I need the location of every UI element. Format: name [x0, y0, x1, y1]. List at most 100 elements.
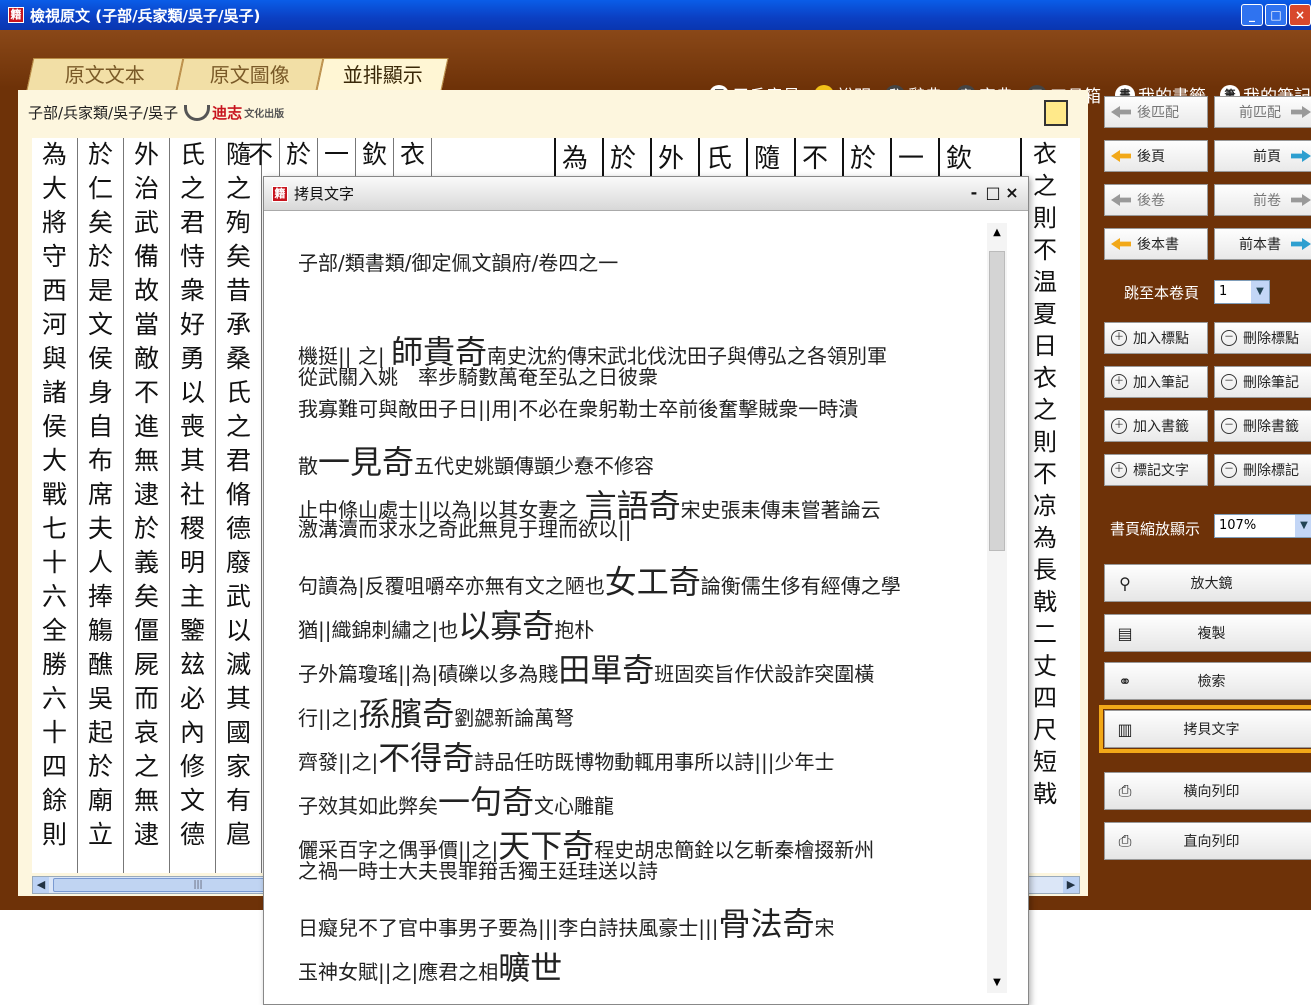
- scroll-right-icon[interactable]: ▶: [1063, 877, 1079, 893]
- scan-char: 二: [1033, 620, 1057, 648]
- text-char: 治: [133, 174, 159, 203]
- dialog-text-line: 子外篇瓊瑤||為|磧礫以多為賤田單奇班固奕旨作伏設詐突圍橫: [298, 651, 875, 689]
- dialog-text-line: 散一見奇五代史姚顗傳顗少憃不修容: [298, 443, 655, 481]
- text-char: 餘: [41, 786, 67, 815]
- document-icon[interactable]: [1044, 100, 1068, 126]
- text-char: 無: [133, 786, 159, 815]
- text-char: 與: [41, 344, 67, 373]
- text-char: 當: [133, 310, 159, 339]
- nav-2-forward-button[interactable]: 前卷: [1214, 184, 1311, 216]
- text-char: 備: [133, 242, 159, 271]
- scan-rule: [602, 138, 604, 178]
- copy-icon: ▤: [1117, 623, 1133, 643]
- text-char: 是: [87, 276, 113, 305]
- scan-char: 長: [1033, 556, 1057, 584]
- action-add-1-button[interactable]: ＋ 加入筆記: [1104, 366, 1208, 398]
- text-char: 侯: [41, 412, 67, 441]
- scan-char: 四: [1033, 684, 1057, 712]
- tool-5-button[interactable]: ⎙ 直向列印: [1104, 822, 1311, 860]
- text-char: 僵: [133, 616, 159, 645]
- nav-0-back-button[interactable]: 後匹配: [1104, 96, 1208, 128]
- text-char: 不: [247, 140, 273, 169]
- tab-original-text[interactable]: 原文文本: [26, 58, 184, 90]
- nav-label: 前匹配: [1239, 105, 1281, 121]
- action-remove-2-button[interactable]: － 刪除書籤: [1214, 410, 1311, 442]
- pin-icon: ＋: [1111, 330, 1127, 346]
- copied-text-content[interactable]: 子部/類書類/御定佩文韻府/卷四之一 機挺|| 之| 師貴奇南史沈約傳宋武北伐沈田…: [280, 223, 990, 993]
- nav-1-back-button[interactable]: 後頁: [1104, 140, 1208, 172]
- action-label: 刪除筆記: [1243, 375, 1299, 391]
- tool-label: 放大鏡: [1190, 576, 1233, 592]
- dialog-minimize-button[interactable]: -: [966, 183, 982, 203]
- scan-char: 為: [1033, 524, 1057, 552]
- action-add-2-button[interactable]: ＋ 加入書籤: [1104, 410, 1208, 442]
- scan-char: 凉: [1033, 492, 1057, 520]
- text-char: 立: [87, 820, 113, 849]
- dialog-text-line: 我寡難可與敵田子日||用|不必在衆躬勒士卒前後奮擊賊衆一時潰: [298, 397, 859, 421]
- dialog-title: 拷貝文字: [294, 185, 355, 203]
- scroll-up-icon[interactable]: ▲: [987, 223, 1007, 243]
- zoom-select[interactable]: 107% ▼: [1214, 514, 1311, 538]
- text-char: 君: [179, 208, 205, 237]
- scroll-down-icon[interactable]: ▼: [987, 973, 1007, 993]
- tool-label: 檢索: [1197, 674, 1226, 690]
- text-char: 屍: [133, 650, 159, 679]
- scan-top-char: 為: [561, 144, 588, 174]
- text-char: 為: [41, 140, 67, 169]
- action-label: 加入標點: [1133, 331, 1189, 347]
- text-char: 勇: [179, 344, 205, 373]
- tool-2-button[interactable]: ⚭ 檢索: [1104, 662, 1311, 700]
- tool-0-button[interactable]: ⚲ 放大鏡: [1104, 564, 1311, 602]
- action-add-3-button[interactable]: ＋ 標記文字: [1104, 454, 1208, 486]
- minimize-button[interactable]: _: [1241, 4, 1263, 26]
- dialog-title-bar: 籍 拷貝文字 - □ ×: [264, 177, 1028, 211]
- dialog-close-button[interactable]: ×: [1004, 183, 1020, 203]
- text-char: 吳: [87, 684, 113, 713]
- nav-3-forward-button[interactable]: 前本書: [1214, 228, 1311, 260]
- tool-4-button[interactable]: ⎙ 橫向列印: [1104, 772, 1311, 810]
- nav-label: 後匹配: [1137, 105, 1179, 121]
- action-remove-1-button[interactable]: － 刪除筆記: [1214, 366, 1311, 398]
- arrow-right-icon: [1291, 150, 1311, 162]
- text-char: 布: [87, 446, 113, 475]
- tab-original-image[interactable]: 原文圖像: [176, 58, 324, 90]
- text-column: 為大將守西河與諸侯大戰七十六全勝六十四餘則: [32, 138, 78, 873]
- text-char: 自: [87, 412, 113, 441]
- jump-page-select[interactable]: 1 ▼: [1214, 280, 1270, 304]
- tab-bar: 原文文本 原文圖像 並排顯示 用用戶意見?說明辭辭典字字典工工具箱書我的書籤筆我…: [0, 30, 1311, 107]
- chevron-down-icon[interactable]: ▼: [1251, 281, 1269, 303]
- close-button[interactable]: ×: [1289, 4, 1311, 26]
- tool-1-button[interactable]: ▤ 複製: [1104, 614, 1311, 652]
- maximize-button[interactable]: □: [1265, 4, 1287, 26]
- text-column: 氏之君恃衆好勇以喪其社稷明主鑒玆必內修文德: [170, 138, 216, 873]
- dialog-text-line: 行||之|孫臏奇劉勰新論萬弩: [298, 695, 575, 733]
- text-char: 喪: [179, 412, 205, 441]
- text-char: 必: [179, 684, 205, 713]
- scan-rule: [698, 138, 700, 178]
- nav-0-forward-button[interactable]: 前匹配: [1214, 96, 1311, 128]
- action-remove-3-button[interactable]: － 刪除標記: [1214, 454, 1311, 486]
- jump-page-label: 跳至本卷頁: [1124, 284, 1200, 302]
- text-char: 外: [133, 140, 159, 169]
- scan-top-char: 欽: [945, 144, 972, 174]
- dialog-maximize-button[interactable]: □: [985, 183, 1001, 203]
- nav-3-back-button[interactable]: 後本書: [1104, 228, 1208, 260]
- scan-char: 之: [1033, 396, 1057, 424]
- scan-char: 丈: [1033, 652, 1057, 680]
- chevron-down-icon[interactable]: ▼: [1295, 515, 1311, 537]
- text-char: 四: [41, 752, 67, 781]
- scroll-left-icon[interactable]: ◀: [33, 877, 49, 893]
- dialog-scroll-thumb[interactable]: [989, 251, 1005, 551]
- text-char: 故: [133, 276, 159, 305]
- text-char: 不: [133, 378, 159, 407]
- nav-2-back-button[interactable]: 後卷: [1104, 184, 1208, 216]
- text-char: 稷: [179, 514, 205, 543]
- dialog-vertical-scrollbar[interactable]: ▲ ▼: [987, 223, 1007, 993]
- tab-side-by-side[interactable]: 並排顯示: [316, 58, 449, 90]
- text-char: 文: [179, 786, 205, 815]
- nav-1-forward-button[interactable]: 前頁: [1214, 140, 1311, 172]
- text-char: 德: [179, 820, 205, 849]
- action-add-0-button[interactable]: ＋ 加入標點: [1104, 322, 1208, 354]
- action-remove-0-button[interactable]: － 刪除標點: [1214, 322, 1311, 354]
- tool-3-button[interactable]: ▥ 拷貝文字: [1099, 705, 1311, 753]
